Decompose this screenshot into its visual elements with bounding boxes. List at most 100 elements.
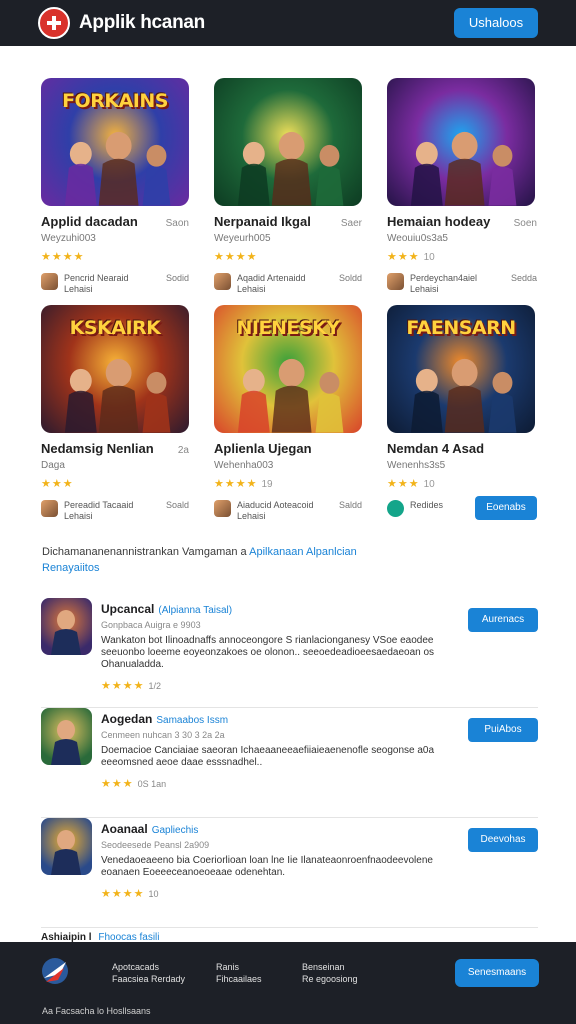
game-subtitle: Daga: [41, 460, 65, 471]
footer-col-2: Ranis Fihcaailaes: [216, 961, 262, 985]
developer-avatar: [214, 273, 231, 290]
game-size: Soen: [513, 218, 537, 229]
developer-info: Pencrid Nearaid Lehaisi: [64, 273, 166, 295]
thumbnail-banner: NIENESKY: [236, 317, 341, 339]
developer-name[interactable]: Pereadid Tacaaid: [64, 500, 166, 511]
thumbnail-figures: [64, 359, 171, 433]
game-title[interactable]: Nedamsig Nenlian: [41, 441, 178, 456]
list-description: Doemacioe Canciaiae saeoran Ichaeaaneeae…: [101, 745, 435, 768]
game-title[interactable]: Hemaian hodeay: [387, 214, 514, 229]
game-thumbnail[interactable]: [387, 78, 535, 206]
list-app-icon[interactable]: [41, 818, 92, 875]
developer-name[interactable]: Pencrid Nearaid: [64, 273, 166, 284]
game-size: Saer: [340, 218, 362, 229]
developer-sub: Lehaisi: [237, 511, 266, 521]
game-card[interactable]: Hemaian hodeay Soen Weouiu0s3a5 ★★★ 10 Pe…: [387, 78, 537, 305]
footer-logo-icon: [42, 958, 68, 984]
developer-info: Redides: [410, 500, 475, 511]
footer-link[interactable]: Faacsiea Rerdady: [112, 973, 185, 985]
intro-link[interactable]: Apilkanaan Alpanlcian: [249, 546, 357, 558]
header-action-button[interactable]: Ushaloos: [454, 8, 538, 38]
developer-avatar: [387, 273, 404, 290]
footer-link[interactable]: Apotcacads: [112, 961, 185, 973]
list-action-button[interactable]: Deevohas: [468, 828, 538, 852]
list-action-button[interactable]: PuiAbos: [468, 718, 538, 742]
footer-link[interactable]: Ranis: [216, 961, 262, 973]
game-subtitle: Weyeurh005: [214, 233, 271, 244]
list-rating: ★★★★ 10: [101, 887, 456, 900]
developer-info: Aiaducid Aoteacoid Lehaisi: [237, 500, 339, 522]
list-body: Aogedan Samaabos Issm Cenmeen nuhcan 3 30…: [101, 712, 456, 790]
thumbnail-figures: [237, 359, 344, 433]
list-description: Venedaoeaeeno bia Coeriorlioan loan lne …: [101, 855, 433, 878]
footer-action-button[interactable]: Senesmaans: [455, 959, 539, 987]
game-thumbnail[interactable]: KSKAIRK: [41, 305, 189, 433]
list-app-icon[interactable]: [41, 708, 92, 765]
game-thumbnail[interactable]: [214, 78, 362, 206]
developer-sub: Lehaisi: [410, 284, 439, 294]
game-title[interactable]: Aplienla Ujegan: [214, 441, 362, 456]
developer-info: Perdeychan4aiel Lehaisi: [410, 273, 511, 295]
list-title[interactable]: Upcancal: [101, 602, 154, 616]
app-title: Applik hcanan: [79, 12, 205, 33]
intro-link-second[interactable]: Renayaiitos: [42, 562, 99, 574]
rating-stars: ★★★★: [214, 250, 362, 263]
list-category[interactable]: Gapliechis: [152, 825, 199, 836]
developer-row: Aiaducid Aoteacoid Lehaisi Saldd: [214, 500, 362, 522]
developer-sub: Lehaisi: [64, 284, 93, 294]
list-title[interactable]: Aoanaal: [101, 822, 148, 836]
list-icon-figure: [51, 830, 81, 875]
game-thumbnail[interactable]: FORKAINS: [41, 78, 189, 206]
list-meta: Seodeesede Peansl 2a909: [101, 840, 210, 850]
game-card[interactable]: KSKAIRK Nedamsig Nenlian 2a Daga ★★★ Per…: [41, 305, 189, 532]
footer-link[interactable]: Benseinan: [302, 961, 358, 973]
list-body: Aoanaal Gapliechis Seodeesede Peansl 2a90…: [101, 822, 456, 900]
card-action-button[interactable]: Eoenabs: [475, 496, 537, 520]
stars-glyphs: ★★★: [101, 778, 134, 790]
list-category[interactable]: (Alpianna Taisal): [158, 605, 232, 616]
developer-name[interactable]: Perdeychan4aiel: [410, 273, 511, 284]
list-title[interactable]: Aogedan: [101, 712, 152, 726]
app-logo[interactable]: [38, 7, 70, 39]
developer-name[interactable]: Aqadid Artenaidd: [237, 273, 339, 284]
game-card[interactable]: NIENESKY Aplienla Ujegan Wehenha003 ★★★★…: [214, 305, 362, 532]
game-title[interactable]: Applid dacadan: [41, 214, 166, 229]
game-title[interactable]: Nerpanaid Ikgal: [214, 214, 341, 229]
developer-sub: Lehaisi: [237, 284, 266, 294]
developer-row: Aqadid Artenaidd Lehaisi Soldd: [214, 273, 362, 295]
list-rating: ★★★ 0S 1an: [101, 777, 456, 790]
game-card[interactable]: FAENSARN Nemdan 4 Asad Wenenhs3s5 ★★★ 10 …: [387, 305, 537, 532]
footer-copyright: Aa Facsacha lo Hosllsaans: [42, 1006, 151, 1016]
rating-count: 10: [148, 889, 159, 899]
game-thumbnail[interactable]: NIENESKY: [214, 305, 362, 433]
list-icon-figure: [51, 720, 81, 765]
game-thumbnail[interactable]: FAENSARN: [387, 305, 535, 433]
list-category[interactable]: Samaabos Issm: [156, 715, 228, 726]
section-intro: Dichamananenannistrankan Vamgaman a Apil…: [42, 544, 542, 576]
stars-glyphs: ★★★★: [101, 888, 145, 900]
developer-name[interactable]: Aiaducid Aoteacoid: [237, 500, 339, 511]
game-title[interactable]: Nemdan 4 Asad: [387, 441, 537, 456]
list-item[interactable]: Upcancal (Alpianna Taisal) Gonpbaca Auigr…: [41, 598, 538, 708]
game-subtitle: Wehenha003: [214, 460, 274, 471]
game-size: Saon: [165, 218, 189, 229]
developer-row: Redides Eoenabs: [387, 496, 537, 520]
game-subtitle: Weouiu0s3a5: [387, 233, 448, 244]
rating-count: 10: [423, 479, 435, 490]
rating-stars: ★★★ 10: [387, 477, 537, 490]
footer-link[interactable]: Re egoosiong: [302, 973, 358, 985]
developer-avatar: [41, 500, 58, 517]
list-item[interactable]: Aoanaal Gapliechis Seodeesede Peansl 2a90…: [41, 818, 538, 928]
stars-glyphs: ★★★★: [101, 680, 145, 692]
game-card[interactable]: Nerpanaid Ikgal Saer Weyeurh005 ★★★★ Aqa…: [214, 78, 362, 305]
developer-count: Soald: [165, 500, 189, 510]
footer-link[interactable]: Fihcaailaes: [216, 973, 262, 985]
developer-row: Perdeychan4aiel Lehaisi Sedda: [387, 273, 537, 295]
rating-count: 0S 1an: [137, 779, 167, 789]
list-app-icon[interactable]: [41, 598, 92, 655]
game-card-grid: FORKAINS Applid dacadan Saon Weyzuhi003 …: [41, 78, 538, 532]
developer-name[interactable]: Redides: [410, 500, 475, 511]
game-card[interactable]: FORKAINS Applid dacadan Saon Weyzuhi003 …: [41, 78, 189, 305]
list-action-button[interactable]: Aurenacs: [468, 608, 538, 632]
list-item[interactable]: Aogedan Samaabos Issm Cenmeen nuhcan 3 30…: [41, 708, 538, 818]
